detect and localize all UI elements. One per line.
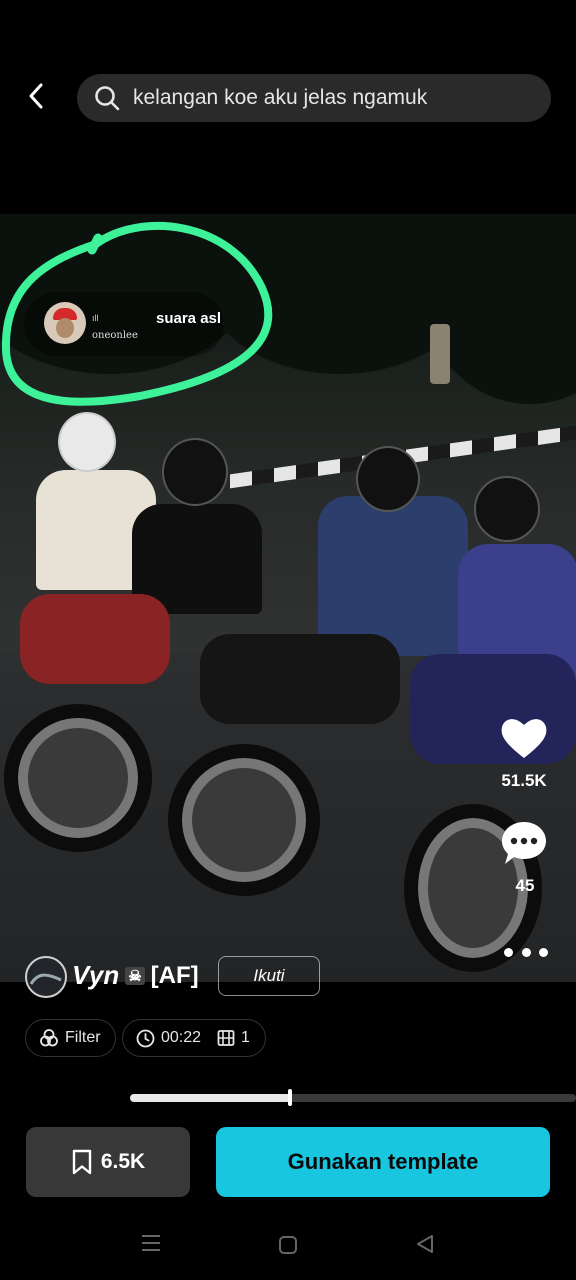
use-template-button[interactable]: Gunakan template <box>216 1127 550 1197</box>
clock-icon <box>136 1029 155 1047</box>
progress-thumb[interactable] <box>288 1089 292 1106</box>
monument-shape <box>430 324 450 384</box>
sound-avatar <box>44 302 86 344</box>
author-tag: [AF] <box>150 961 199 989</box>
author-username: Vyn <box>72 960 120 990</box>
skull-badge: ☠ <box>125 966 145 985</box>
duration-chip: 00:22 1 <box>122 1019 266 1057</box>
save-button[interactable]: 6.5K <box>26 1127 190 1197</box>
motorbike-shape <box>20 594 170 684</box>
wheel-shape <box>4 704 152 852</box>
heart-icon <box>501 719 547 758</box>
wheel-shape <box>168 744 320 896</box>
signal-icon: ıll <box>92 313 99 323</box>
back-triangle-icon[interactable] <box>414 1233 436 1255</box>
sound-username: oneonlee <box>92 330 138 341</box>
author-name[interactable]: Vyn ☠ [AF] <box>72 960 199 991</box>
rider-helmet <box>58 412 116 472</box>
filter-icon <box>40 1029 58 1047</box>
like-button[interactable] <box>500 716 548 760</box>
progress-fill <box>130 1094 291 1102</box>
clip-count: 1 <box>241 1029 250 1046</box>
home-square-icon[interactable] <box>278 1235 298 1255</box>
sound-title: suara asl <box>156 310 222 327</box>
duration-text: 00:22 <box>161 1029 202 1046</box>
rider-helmet <box>474 476 540 542</box>
avatar-image <box>29 973 62 985</box>
recents-menu-icon[interactable] <box>140 1233 162 1253</box>
follow-button[interactable]: Ikuti <box>218 956 320 996</box>
comment-button[interactable] <box>500 820 548 866</box>
rider-helmet <box>356 446 420 512</box>
author-avatar[interactable] <box>25 956 67 998</box>
rider-helmet <box>162 438 228 506</box>
back-button[interactable] <box>18 78 54 114</box>
search-bar[interactable]: kelangan koe aku jelas ngamuk <box>77 74 551 122</box>
search-icon <box>93 84 121 112</box>
comment-count: 45 <box>515 876 535 895</box>
like-count: 51.5K <box>501 771 547 790</box>
more-options-icon[interactable] <box>504 946 548 960</box>
filter-label: Filter <box>65 1029 101 1046</box>
clips-icon <box>217 1030 235 1046</box>
comment-icon <box>502 822 546 864</box>
chevron-left-icon <box>29 83 43 109</box>
motorbike-shape <box>410 654 576 764</box>
save-count: 6.5K <box>100 1150 146 1173</box>
bookmark-icon <box>72 1149 92 1175</box>
filter-chip[interactable]: Filter <box>25 1019 116 1057</box>
rider-shape <box>318 496 468 656</box>
motorbike-shape <box>200 634 400 724</box>
search-query: kelangan koe aku jelas ngamuk <box>133 86 428 109</box>
